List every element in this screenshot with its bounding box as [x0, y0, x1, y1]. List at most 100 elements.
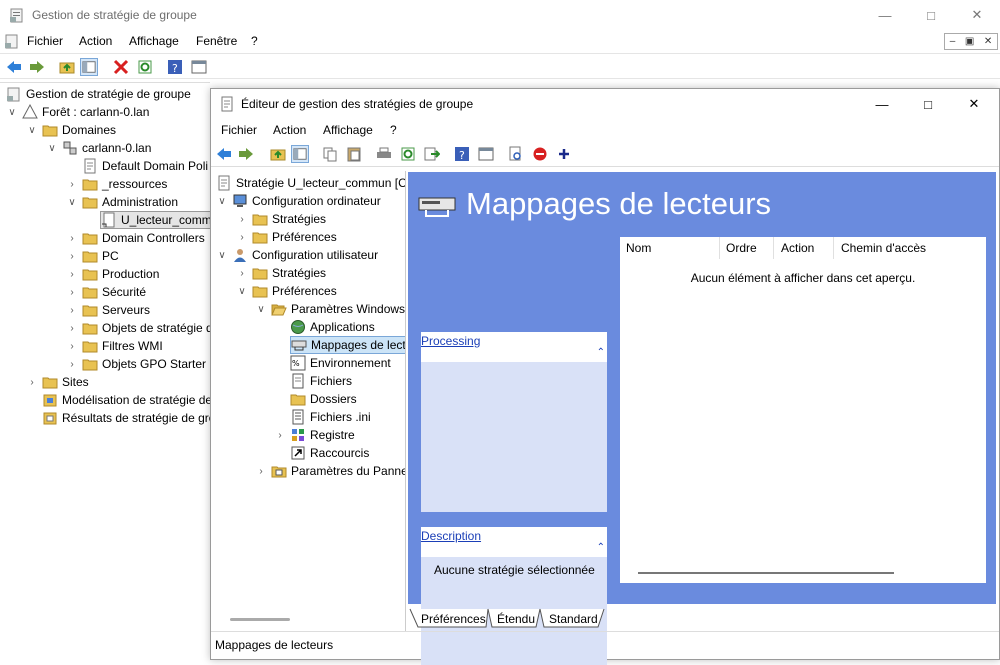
tree-item-user-preferences[interactable]: ∨ Préférences — [236, 282, 336, 300]
tree-item-administration[interactable]: ∨ Administration — [66, 193, 178, 211]
forward-button[interactable] — [28, 58, 46, 76]
refresh-button[interactable] — [136, 58, 154, 76]
tree-item-policy-root[interactable]: Stratégie U_lecteur_commun [C — [216, 174, 405, 192]
disable-button[interactable] — [531, 145, 549, 163]
tree-item-files[interactable]: Fichiers — [290, 372, 352, 390]
chevron-right-icon[interactable]: › — [66, 341, 78, 352]
tree-item-computer-preferences[interactable]: › Préférences — [236, 228, 336, 246]
tree-item-gpm-root[interactable]: Gestion de stratégie de groupe — [6, 85, 191, 103]
mdi-restore-button[interactable]: ▣ — [965, 36, 974, 47]
collapse-chevron-icon[interactable]: ⌃ — [597, 542, 605, 553]
tree-item-control-panel[interactable]: › Paramètres du Panne — [255, 462, 405, 480]
outer-menu-help[interactable]: ? — [251, 34, 258, 48]
tree-item-computer-config[interactable]: ∨ Configuration ordinateur — [216, 192, 380, 210]
tree-item-applications[interactable]: Applications — [290, 318, 375, 336]
outer-maximize-button[interactable]: □ — [908, 0, 954, 30]
chevron-down-icon[interactable]: ∨ — [236, 286, 248, 297]
chevron-right-icon[interactable]: › — [66, 251, 78, 262]
chevron-right-icon[interactable]: › — [236, 268, 248, 279]
tree-item-windows-settings[interactable]: ∨ Paramètres Windows — [255, 300, 405, 318]
column-header-nom[interactable]: Nom — [626, 241, 651, 255]
tree-item-computer-strategies[interactable]: › Stratégies — [236, 210, 326, 228]
chevron-right-icon[interactable]: › — [66, 287, 78, 298]
forward-button[interactable] — [237, 145, 255, 163]
chevron-down-icon[interactable]: ∨ — [6, 107, 18, 118]
outer-menu-affichage[interactable]: Affichage — [129, 34, 179, 48]
column-header-action[interactable]: Action — [781, 241, 814, 255]
chevron-down-icon[interactable]: ∨ — [216, 250, 228, 261]
outer-menu-action[interactable]: Action — [79, 34, 112, 48]
outer-menu-fenetre[interactable]: Fenêtre — [196, 34, 237, 48]
outer-menu-fichier[interactable]: Fichier — [27, 34, 63, 48]
properties-button[interactable] — [477, 145, 495, 163]
tree-item-production[interactable]: › Production — [66, 265, 159, 283]
column-header-chemin[interactable]: Chemin d'accès — [841, 241, 926, 255]
description-link[interactable]: Description — [421, 529, 481, 543]
tree-item-domain[interactable]: ∨ carlann-0.lan — [46, 139, 151, 157]
print-button[interactable] — [375, 145, 393, 163]
refresh-button[interactable] — [399, 145, 417, 163]
inner-menu-fichier[interactable]: Fichier — [221, 123, 257, 137]
inner-minimize-button[interactable]: — — [859, 89, 905, 119]
tree-item-filtres-wmi[interactable]: › Filtres WMI — [66, 337, 162, 355]
chevron-right-icon[interactable]: › — [66, 269, 78, 280]
mdi-minimize-button[interactable]: – — [950, 36, 956, 47]
chevron-right-icon[interactable]: › — [26, 377, 38, 388]
preview-button[interactable] — [507, 145, 525, 163]
help-button[interactable]: ? — [453, 145, 471, 163]
mdi-close-button[interactable]: ✕ — [984, 36, 992, 47]
chevron-right-icon[interactable]: › — [274, 430, 286, 441]
tree-item-environment[interactable]: % Environnement — [290, 354, 391, 372]
delete-button[interactable] — [112, 58, 130, 76]
tree-item-forest[interactable]: ∨ Forêt : carlann-0.lan — [6, 103, 149, 121]
tree-horizontal-scrollbar[interactable] — [230, 618, 290, 621]
tree-item-user-strategies[interactable]: › Stratégies — [236, 264, 326, 282]
tree-item-shortcuts[interactable]: Raccourcis — [290, 444, 369, 462]
tree-item-modelisation[interactable]: Modélisation de stratégie de — [42, 391, 212, 409]
inner-menu-affichage[interactable]: Affichage — [323, 123, 373, 137]
tree-item-folders[interactable]: Dossiers — [290, 390, 357, 408]
back-button[interactable] — [215, 145, 233, 163]
chevron-right-icon[interactable]: › — [66, 233, 78, 244]
collapse-chevron-icon[interactable]: ⌃ — [597, 347, 605, 358]
tab-preferences[interactable]: Préférences — [421, 609, 486, 629]
tree-item-domaines[interactable]: ∨ Domaines — [26, 121, 116, 139]
tree-item-objets-strategie[interactable]: › Objets de stratégie d — [66, 319, 212, 337]
chevron-down-icon[interactable]: ∨ — [66, 197, 78, 208]
outer-minimize-button[interactable]: — — [862, 0, 908, 30]
chevron-down-icon[interactable]: ∨ — [216, 196, 228, 207]
add-button[interactable] — [555, 145, 573, 163]
tree-item-sites[interactable]: › Sites — [26, 373, 88, 391]
chevron-right-icon[interactable]: › — [236, 232, 248, 243]
chevron-right-icon[interactable]: › — [66, 359, 78, 370]
processing-link[interactable]: Processing — [421, 334, 480, 348]
show-tree-button[interactable] — [291, 145, 309, 163]
chevron-right-icon[interactable]: › — [236, 214, 248, 225]
up-folder-button[interactable] — [269, 145, 287, 163]
outer-close-button[interactable]: ✕ — [954, 0, 1000, 30]
tree-item-securite[interactable]: › Sécurité — [66, 283, 146, 301]
copy-button[interactable] — [321, 145, 339, 163]
tree-item-ressources[interactable]: › _ressources — [66, 175, 167, 193]
tab-standard[interactable]: Standard — [549, 609, 598, 629]
tree-item-ini-files[interactable]: Fichiers .ini — [290, 408, 371, 426]
tree-item-pc[interactable]: › PC — [66, 247, 118, 265]
tree-item-registry[interactable]: › Registre — [274, 426, 354, 444]
tree-item-default-domain-policy[interactable]: Default Domain Poli — [82, 157, 208, 175]
inner-menu-action[interactable]: Action — [273, 123, 306, 137]
tree-item-domain-controllers[interactable]: › Domain Controllers — [66, 229, 204, 247]
tree-item-gpo-starter[interactable]: › Objets GPO Starter — [66, 355, 206, 373]
back-button[interactable] — [5, 58, 23, 76]
chevron-down-icon[interactable]: ∨ — [46, 143, 58, 154]
chevron-down-icon[interactable]: ∨ — [255, 304, 267, 315]
list-horizontal-scrollbar[interactable] — [638, 572, 894, 574]
tree-item-resultats[interactable]: Résultats de stratégie de gro — [42, 409, 215, 427]
chevron-right-icon[interactable]: › — [66, 323, 78, 334]
show-tree-button[interactable] — [80, 58, 98, 76]
export-button[interactable] — [423, 145, 441, 163]
inner-close-button[interactable]: ✕ — [951, 89, 997, 119]
tree-item-u-lecteur-commun[interactable]: U_lecteur_comm — [100, 211, 213, 229]
chevron-right-icon[interactable]: › — [66, 179, 78, 190]
up-folder-button[interactable] — [58, 58, 76, 76]
chevron-down-icon[interactable]: ∨ — [26, 125, 38, 136]
